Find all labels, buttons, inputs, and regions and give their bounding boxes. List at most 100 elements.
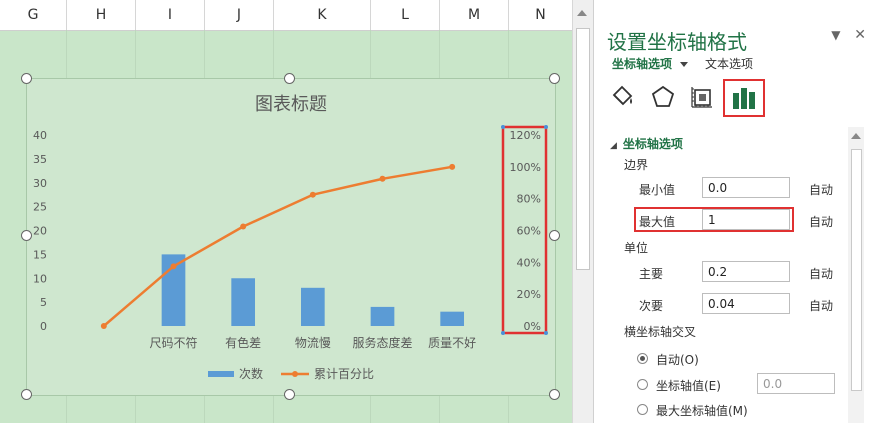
secondary-axis-tick-label: 120% bbox=[510, 129, 541, 142]
size-properties-button[interactable] bbox=[684, 80, 720, 114]
resize-handle[interactable] bbox=[21, 73, 32, 84]
resize-handle[interactable] bbox=[549, 73, 560, 84]
worksheet: G H I J K L M N 图表标题 0 5 10 15 20 25 30 35 40 0% 20… bbox=[0, 0, 572, 423]
chevron-down-icon[interactable] bbox=[680, 62, 689, 67]
bounds-label: 边界 bbox=[624, 158, 649, 172]
section-header[interactable]: ◢ 坐标轴选项 bbox=[610, 135, 683, 152]
bar bbox=[440, 311, 465, 326]
min-bound-input[interactable]: 0.0 bbox=[702, 177, 790, 198]
column-header-g[interactable]: G bbox=[0, 0, 67, 30]
minor-auto-button[interactable]: 自动 bbox=[809, 297, 833, 314]
major-auto-button[interactable]: 自动 bbox=[809, 265, 833, 282]
column-header-m[interactable]: M bbox=[440, 0, 509, 30]
resize-handle[interactable] bbox=[284, 389, 295, 400]
collapse-triangle-icon[interactable]: ◢ bbox=[610, 141, 617, 151]
minor-unit-input[interactable]: 0.04 bbox=[702, 293, 790, 314]
resize-handle[interactable] bbox=[284, 73, 295, 84]
fill-line-button[interactable] bbox=[604, 80, 640, 114]
primary-axis-tick-label: 10 bbox=[33, 272, 47, 285]
category-label: 有色差 bbox=[225, 336, 261, 350]
crosses-axis-value-label[interactable]: 坐标轴值(E) bbox=[656, 377, 721, 394]
secondary-axis-tick-label: 60% bbox=[517, 225, 541, 238]
column-header-l[interactable]: L bbox=[371, 0, 440, 30]
secondary-axis-tick-label: 0% bbox=[524, 320, 541, 333]
resize-handle[interactable] bbox=[21, 389, 32, 400]
column-header-i[interactable]: I bbox=[136, 0, 205, 30]
scroll-thumb[interactable] bbox=[851, 149, 862, 391]
primary-axis-tick-label: 30 bbox=[33, 177, 47, 190]
chart-title: 图表标题 bbox=[255, 94, 327, 115]
effects-button[interactable] bbox=[645, 80, 681, 114]
primary-axis-tick-label: 20 bbox=[33, 225, 47, 238]
crosses-axis-value-radio[interactable] bbox=[637, 379, 648, 390]
category-label: 尺码不符 bbox=[149, 335, 197, 350]
crosses-auto-label[interactable]: 自动(O) bbox=[656, 351, 699, 368]
max-auto-button[interactable]: 自动 bbox=[809, 213, 833, 230]
column-header-h[interactable]: H bbox=[67, 0, 136, 30]
primary-axis-tick-label: 5 bbox=[40, 296, 47, 309]
category-label: 物流慢 bbox=[295, 336, 331, 350]
category-label: 服务态度差 bbox=[352, 335, 412, 350]
units-label: 单位 bbox=[624, 241, 649, 255]
pane-menu-icon[interactable]: ▼ bbox=[831, 28, 840, 42]
tab-text-options[interactable]: 文本选项 bbox=[705, 55, 753, 72]
tab-axis-options[interactable]: 坐标轴选项 bbox=[612, 57, 689, 71]
category-label: 质量不好 bbox=[428, 336, 476, 350]
bar bbox=[300, 287, 325, 326]
major-unit-input[interactable]: 0.2 bbox=[702, 261, 790, 282]
column-header-k[interactable]: K bbox=[274, 0, 371, 30]
min-auto-button[interactable]: 自动 bbox=[809, 181, 833, 198]
resize-handle[interactable] bbox=[21, 230, 32, 241]
legend-label: 次数 bbox=[239, 366, 263, 381]
format-axis-pane: 设置坐标轴格式 ▼ ✕ 坐标轴选项 文本选项 ◢ 坐标轴选项 边界 最小值 0.… bbox=[593, 0, 875, 423]
bar bbox=[231, 278, 256, 326]
crosses-max-label[interactable]: 最大坐标轴值(M) bbox=[656, 402, 748, 419]
crosses-auto-radio[interactable] bbox=[637, 353, 648, 364]
axis-options-icon bbox=[733, 88, 755, 109]
pane-vertical-scrollbar[interactable] bbox=[848, 127, 864, 423]
pane-tabs: 坐标轴选项 文本选项 bbox=[612, 55, 753, 72]
axis-selection-handle bbox=[501, 125, 505, 129]
primary-axis-tick-label: 15 bbox=[33, 248, 47, 261]
pane-controls: ▼ ✕ bbox=[821, 27, 866, 43]
primary-axis-tick-label: 35 bbox=[33, 153, 47, 166]
primary-axis-tick-label: 40 bbox=[33, 129, 47, 142]
scroll-thumb[interactable] bbox=[576, 28, 590, 270]
pane-title: 设置坐标轴格式 bbox=[607, 30, 747, 54]
axis-options-button[interactable] bbox=[723, 79, 765, 117]
secondary-axis-tick-label: 40% bbox=[517, 256, 541, 269]
section-title: 坐标轴选项 bbox=[622, 137, 683, 151]
secondary-axis-tick-label: 20% bbox=[517, 288, 541, 301]
axis-selection-handle bbox=[501, 331, 505, 335]
line-point bbox=[240, 223, 247, 230]
line-point bbox=[170, 263, 177, 270]
min-label: 最小值 bbox=[639, 183, 676, 197]
crosses-label: 横坐标轴交叉 bbox=[624, 325, 697, 339]
effects-icon bbox=[651, 85, 675, 107]
secondary-axis-tick-label: 80% bbox=[517, 193, 541, 206]
legend-bar-swatch bbox=[208, 371, 234, 377]
scroll-up-icon[interactable] bbox=[577, 10, 587, 16]
resize-handle[interactable] bbox=[549, 389, 560, 400]
chart-area[interactable]: 图表标题 0 5 10 15 20 25 30 35 40 0% 20% 40% 60% 80% 100% 12… bbox=[26, 78, 556, 396]
axis-selection-handle bbox=[544, 125, 548, 129]
sheet-vertical-scrollbar[interactable] bbox=[572, 0, 593, 423]
chart-canvas[interactable]: 图表标题 0 5 10 15 20 25 30 35 40 0% 20% 40% 60% 80% 100% 12… bbox=[27, 79, 555, 395]
resize-handle[interactable] bbox=[549, 230, 560, 241]
axis-selection-handle bbox=[544, 331, 548, 335]
line-series bbox=[102, 165, 453, 327]
crosses-axis-value-input[interactable]: 0.0 bbox=[757, 373, 835, 394]
crosses-max-radio[interactable] bbox=[637, 404, 648, 415]
highlight-box bbox=[634, 207, 794, 232]
column-headers: G H I J K L M N bbox=[0, 0, 572, 31]
column-header-j[interactable]: J bbox=[205, 0, 274, 30]
scroll-up-icon[interactable] bbox=[851, 133, 861, 139]
column-header-n[interactable]: N bbox=[509, 0, 572, 30]
line-point bbox=[100, 323, 107, 329]
fill-line-icon bbox=[612, 85, 633, 106]
secondary-axis-tick-label: 100% bbox=[510, 161, 541, 174]
line-point bbox=[449, 163, 456, 170]
primary-axis-tick-label: 0 bbox=[40, 320, 47, 333]
close-icon[interactable]: ✕ bbox=[854, 27, 866, 43]
legend-label: 累计百分比 bbox=[314, 367, 374, 381]
